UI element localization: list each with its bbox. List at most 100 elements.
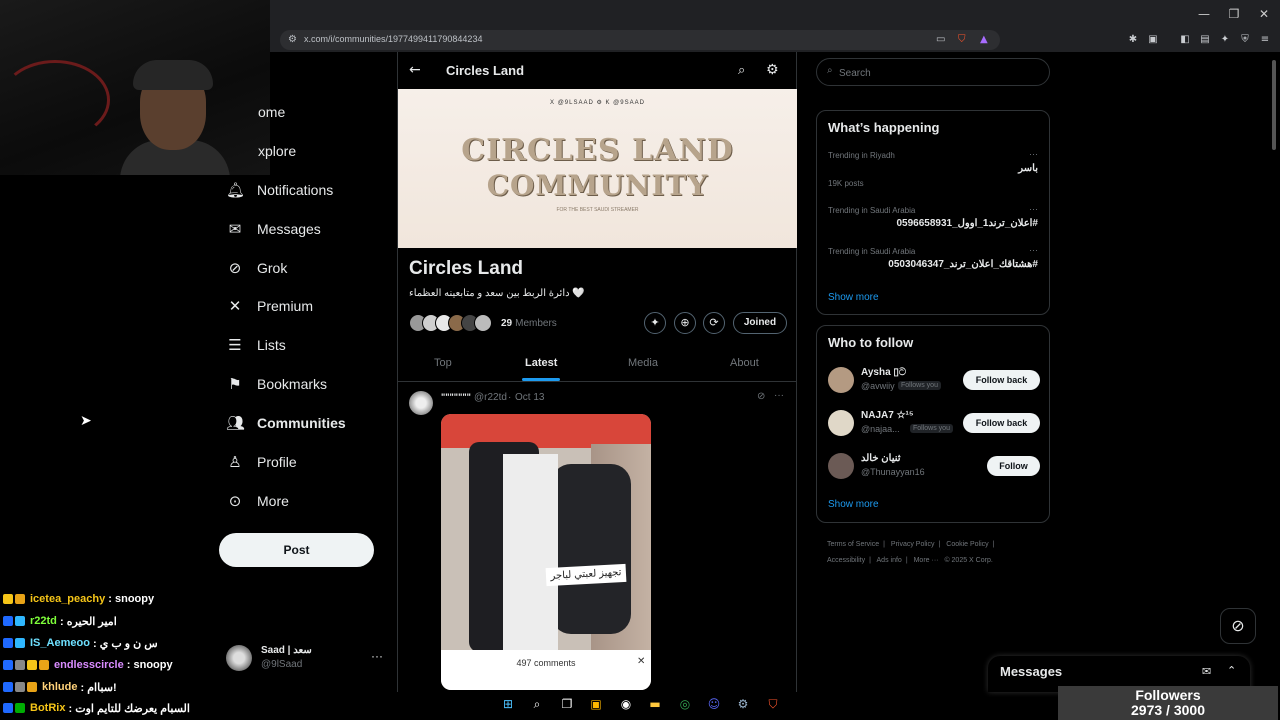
expand-icon[interactable]: ⌃ <box>1227 664 1236 677</box>
windows-start-icon[interactable]: ⊞ <box>499 695 517 713</box>
avatar[interactable] <box>409 391 433 415</box>
brave-icon[interactable]: ⛉ <box>764 695 782 713</box>
search-box[interactable]: ⌕ <box>816 58 1050 86</box>
post-button[interactable]: Post <box>219 533 374 567</box>
tab-top[interactable]: Top <box>434 357 452 369</box>
avatar <box>226 645 252 671</box>
account-switcher[interactable]: Saad | سعد @9lSaad ··· <box>226 643 386 673</box>
nav-grok[interactable]: ⊘ Grok <box>226 256 288 280</box>
scrollbar[interactable] <box>1272 60 1276 150</box>
footer-link[interactable]: Privacy Policy <box>891 541 935 548</box>
wallet-icon[interactable]: ▤ <box>1198 33 1212 47</box>
rewards-icon[interactable]: ▲ <box>980 34 988 45</box>
grok-button[interactable]: ⊘ <box>1220 608 1256 644</box>
trend-name[interactable]: باسر <box>1018 163 1038 174</box>
follow-button[interactable]: Follow <box>987 456 1040 476</box>
store-icon[interactable]: ▣ <box>587 695 605 713</box>
footer-link[interactable]: Ads info <box>877 557 902 564</box>
discord-icon[interactable]: ☺ <box>705 695 723 713</box>
follows-you-badge: Follows you <box>910 424 953 433</box>
chrome-icon[interactable]: ◎ <box>676 695 694 713</box>
tab-about[interactable]: About <box>730 357 759 369</box>
close-window-button[interactable]: ✕ <box>1256 6 1272 22</box>
trending-show-more[interactable]: Show more <box>828 292 879 303</box>
obs-icon[interactable]: ◉ <box>617 695 635 713</box>
footer-link[interactable]: Terms of Service <box>827 541 879 548</box>
messages-drawer-title[interactable]: Messages <box>1000 664 1062 679</box>
trend-more-icon[interactable]: ··· <box>1029 245 1038 255</box>
avatar[interactable] <box>828 367 854 393</box>
grok-icon[interactable]: ⊘ <box>757 391 765 402</box>
suggestion-handle: @Thunayyan16 <box>861 467 925 477</box>
nav-notifications[interactable]: 🔔︎ Notifications <box>226 178 333 202</box>
follow-back-button[interactable]: Follow back <box>963 370 1040 390</box>
sidebar-icon[interactable]: ◧ <box>1178 33 1192 47</box>
suggestion-handle: @avwiiy <box>861 381 895 391</box>
menu-icon[interactable]: ≡ <box>1258 33 1272 47</box>
address-bar[interactable]: ⚙ x.com/i/communities/197749941179084423… <box>280 30 1000 50</box>
invite-button[interactable]: ⊕ <box>674 312 696 334</box>
panel-title: Who to follow <box>828 335 914 350</box>
vpn-icon[interactable]: ⛨ <box>1238 33 1252 47</box>
post-author-handle[interactable]: @r22td <box>474 392 507 403</box>
follow-back-button[interactable]: Follow back <box>963 413 1040 433</box>
footer-link[interactable]: More ··· <box>914 557 939 564</box>
trend-more-icon[interactable]: ··· <box>1029 149 1038 159</box>
post[interactable]: """"""" @r22td · Oct 13 ⊘ ··· تجهيز لعبت… <box>398 383 797 693</box>
footer-link[interactable]: Cookie Policy <box>946 541 988 548</box>
members-row[interactable]: 29 Members <box>409 313 557 333</box>
maximize-button[interactable]: ❐ <box>1226 6 1242 22</box>
task-view-icon[interactable]: ❐ <box>558 695 576 713</box>
follow-show-more[interactable]: Show more <box>828 499 879 510</box>
nav-lists[interactable]: ☰ Lists <box>226 333 286 357</box>
suggestion-name[interactable]: NAJA7 ☆¹⁵ <box>861 410 914 421</box>
cast-icon[interactable]: ▭ <box>936 34 945 45</box>
post-author-name[interactable]: """"""" <box>441 392 471 402</box>
nav-explore[interactable]: xplore <box>258 139 296 163</box>
nav-premium[interactable]: ✕ Premium <box>226 294 313 318</box>
grok-sparkle-button[interactable]: ✦ <box>644 312 666 334</box>
nav-bookmarks[interactable]: ⚑ Bookmarks <box>226 372 327 396</box>
brave-shield-icon[interactable]: ⛉ <box>958 34 966 45</box>
tab-latest[interactable]: Latest <box>525 357 557 369</box>
folder-icon[interactable]: ▬ <box>646 695 664 713</box>
tab-icon[interactable]: ▣ <box>1146 33 1160 47</box>
back-arrow-icon[interactable]: ← <box>409 62 421 78</box>
steam-icon[interactable]: ⚙ <box>734 695 752 713</box>
site-info-icon[interactable]: ⚙ <box>288 34 297 45</box>
avatar[interactable] <box>828 453 854 479</box>
account-more-icon[interactable]: ··· <box>371 649 383 663</box>
new-message-icon[interactable]: ✉ <box>1202 665 1211 678</box>
suggestion-name[interactable]: ثنيان خالد <box>861 453 901 464</box>
nav-communities[interactable]: 👥︎ Communities <box>226 411 346 435</box>
trend-name[interactable]: #هشتاقك_اعلان_ترند_0503046347 <box>888 259 1038 270</box>
extensions-icon[interactable]: ✱ <box>1126 33 1140 47</box>
joined-button[interactable]: Joined <box>733 312 787 334</box>
follow-suggestion[interactable]: ثنيان خالد @Thunayyan16 Follow <box>828 452 1040 482</box>
follow-suggestion[interactable]: Aysha ▯ට @avwiiy Follows you Follow back <box>828 366 1040 396</box>
follow-suggestion[interactable]: NAJA7 ☆¹⁵ @najaa... Follows you Follow b… <box>828 409 1040 439</box>
search-icon[interactable]: ⌕ <box>528 695 546 713</box>
member-avatar <box>474 314 492 332</box>
url-text[interactable]: x.com/i/communities/1977499411790844234 <box>304 34 482 44</box>
trend-more-icon[interactable]: ··· <box>1029 204 1038 214</box>
post-media[interactable]: تجهيز لعبتي لباجر 497 comments ✕ <box>441 414 651 690</box>
search-icon[interactable]: ⌕ <box>738 63 745 78</box>
nav-profile[interactable]: ♙ Profile <box>226 450 296 474</box>
suggestion-name[interactable]: Aysha ▯ට <box>861 367 906 378</box>
more-icon[interactable]: ··· <box>774 390 784 401</box>
post-date[interactable]: Oct 13 <box>515 392 544 403</box>
gear-icon[interactable]: ⚙ <box>766 62 779 78</box>
minimize-button[interactable]: — <box>1196 6 1212 22</box>
tab-media[interactable]: Media <box>628 357 658 369</box>
notifications-button[interactable]: ⟳ <box>703 312 725 334</box>
nav-more[interactable]: ⊙ More <box>226 489 289 513</box>
avatar[interactable] <box>828 410 854 436</box>
leo-icon[interactable]: ✦ <box>1218 33 1232 47</box>
title-bar: — ❐ ✕ <box>270 0 1280 28</box>
footer-link[interactable]: Accessibility <box>827 557 865 564</box>
nav-home[interactable]: ome <box>258 100 285 124</box>
search-input[interactable] <box>839 65 1029 81</box>
trend-name[interactable]: #اعلان_ترند1_اوول_0596658931 <box>896 218 1038 229</box>
nav-messages[interactable]: ✉ Messages <box>226 217 321 241</box>
